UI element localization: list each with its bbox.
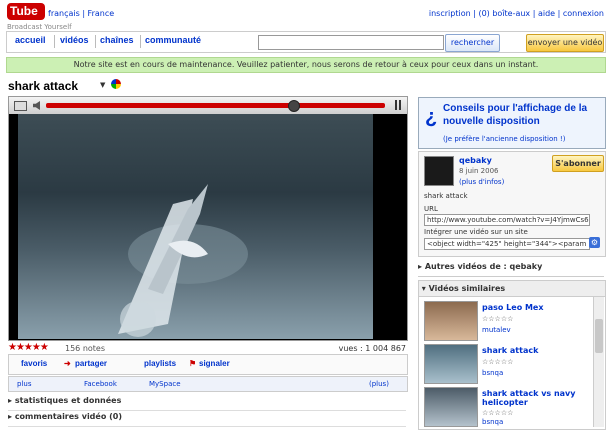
flag-icon: ⚑	[189, 359, 197, 368]
uploader-name[interactable]: qebaky	[459, 156, 492, 165]
progress-bar[interactable]	[46, 103, 385, 108]
upload-date: 8 juin 2006	[459, 167, 499, 175]
pause-button[interactable]	[394, 100, 403, 110]
layout-tips-title[interactable]: Conseils pour l'affichage de la nouvelle…	[443, 102, 603, 128]
url-field[interactable]: http://www.youtube.com/watch?v=J4YjmwCs6…	[424, 214, 590, 226]
comments-label: commentaires vidéo (0)	[14, 412, 122, 421]
related-video-rating: ☆☆☆☆☆	[482, 315, 514, 323]
related-video-title[interactable]: paso Leo Mex	[482, 303, 544, 312]
search-button[interactable]: rechercher	[445, 34, 500, 52]
player-controls	[9, 97, 407, 114]
embed-code-field[interactable]: <object width="425" height="344"><param …	[424, 238, 590, 250]
top-links[interactable]: inscription | (0) boîte-aux | aide | con…	[429, 9, 604, 18]
nav-chaines[interactable]: chaînes	[100, 35, 134, 45]
maintenance-banner: Notre site est en cours de maintenance. …	[6, 57, 606, 73]
uploader-box: qebaky 8 juin 2006 (plus d'infos) S'abon…	[418, 151, 606, 257]
uploader-more-info-link[interactable]: (plus d'infos)	[459, 178, 504, 186]
related-video-item[interactable]: paso Leo Mex ☆☆☆☆☆ mutalev	[424, 301, 594, 341]
rating-stars[interactable]: ★★★★★	[8, 342, 49, 353]
logo-tube-text: Tube	[10, 4, 38, 18]
share-facebook-link[interactable]: Facebook	[84, 380, 117, 388]
nav-videos[interactable]: vidéos	[60, 35, 89, 45]
related-video-title[interactable]: shark attack vs navy helicopter	[482, 389, 592, 407]
related-video-thumbnail[interactable]	[424, 301, 478, 341]
related-video-user[interactable]: mutalev	[482, 326, 511, 334]
share-arrow-icon: ➜	[64, 359, 71, 368]
share-more-paren[interactable]: (plus)	[369, 380, 389, 388]
statistics-label: statistiques et données	[14, 396, 122, 405]
share-more-link[interactable]: plus	[17, 380, 31, 388]
dropdown-arrow-icon[interactable]: ▼	[100, 81, 105, 89]
related-video-item[interactable]: shark attack vs navy helicopter ☆☆☆☆☆ bs…	[424, 387, 594, 427]
related-scrollbar[interactable]	[593, 297, 604, 427]
fullscreen-icon[interactable]	[14, 101, 27, 111]
upload-video-button[interactable]: envoyer une vidéo	[526, 34, 604, 52]
video-player[interactable]	[8, 96, 408, 341]
url-label: URL	[424, 205, 438, 213]
expand-arrow-icon: ▸	[8, 412, 15, 421]
related-video-rating: ☆☆☆☆☆	[482, 409, 514, 417]
related-video-title[interactable]: shark attack	[482, 346, 538, 355]
pause-icon-bar	[399, 100, 401, 110]
video-frame	[18, 114, 373, 339]
video-actions-bar: favoris ➜ partager playlists ⚑ signaler	[8, 354, 408, 375]
nav-communaute[interactable]: communauté	[145, 35, 201, 45]
uploader-avatar[interactable]	[424, 156, 454, 186]
related-video-rating: ☆☆☆☆☆	[482, 358, 514, 366]
embed-label: Intégrer une vidéo sur un site	[424, 228, 528, 236]
pause-icon	[395, 100, 397, 110]
subscribe-button[interactable]: S'abonner	[552, 155, 604, 172]
language-links[interactable]: français | France	[48, 9, 114, 18]
statistics-section[interactable]: ▸ statistiques et données	[8, 396, 406, 411]
layout-tips-box: ¿ Conseils pour l'affichage de la nouvel…	[418, 97, 606, 149]
favorites-button[interactable]: favoris	[21, 359, 47, 368]
more-from-label: Autres vidéos de : qebaky	[424, 262, 543, 271]
related-video-item[interactable]: shark attack ☆☆☆☆☆ bsnqa	[424, 344, 594, 384]
video-title: shark attack	[8, 79, 408, 93]
related-video-user[interactable]: bsnqa	[482, 369, 503, 377]
related-video-thumbnail[interactable]	[424, 344, 478, 384]
volume-icon[interactable]	[33, 101, 40, 110]
view-count: vues : 1 004 867	[338, 344, 406, 353]
comments-section[interactable]: ▸ commentaires vidéo (0)	[8, 412, 406, 427]
nav-bar: accueil vidéos chaînes communauté recher…	[6, 31, 606, 53]
playlists-button[interactable]: playlists	[144, 359, 176, 368]
related-videos-panel: ▾ Vidéos similaires paso Leo Mex ☆☆☆☆☆ m…	[418, 280, 606, 430]
share-links-row: plus MySpace Facebook (plus)	[8, 376, 408, 392]
flag-button[interactable]: signaler	[199, 359, 230, 368]
related-video-user[interactable]: bsnqa	[482, 418, 503, 426]
tagline: Broadcast Yourself	[7, 23, 72, 31]
youtube-logo[interactable]: Tube	[7, 3, 45, 20]
video-title-text: shark attack	[8, 79, 79, 93]
video-description: shark attack	[424, 192, 468, 200]
related-videos-header[interactable]: ▾ Vidéos similaires	[419, 281, 605, 297]
search-input[interactable]	[258, 35, 444, 50]
scrollbar-thumb[interactable]	[595, 319, 603, 353]
expand-arrow-icon: ▸	[418, 262, 425, 271]
related-videos-title: Vidéos similaires	[428, 284, 506, 293]
share-myspace-link[interactable]: MySpace	[149, 380, 181, 388]
embed-settings-icon[interactable]: ⚙	[589, 237, 600, 248]
nav-accueil[interactable]: accueil	[15, 35, 46, 45]
rating-count: 156 notes	[65, 344, 106, 353]
nav-separator	[140, 35, 141, 48]
share-button[interactable]: partager	[75, 359, 107, 368]
nav-separator	[95, 35, 96, 48]
expand-arrow-icon: ▸	[8, 396, 15, 405]
related-video-thumbnail[interactable]	[424, 387, 478, 427]
more-from-uploader-section[interactable]: ▸ Autres vidéos de : qebaky	[418, 262, 604, 277]
rss-icon	[111, 79, 121, 89]
old-layout-link[interactable]: (Je préfère l'ancienne disposition !)	[443, 135, 565, 143]
collapse-arrow-icon: ▾	[419, 284, 429, 293]
question-icon: ¿	[425, 106, 438, 128]
nav-separator	[54, 35, 55, 48]
seek-handle[interactable]	[288, 100, 300, 112]
shark-scene-image	[118, 184, 248, 337]
